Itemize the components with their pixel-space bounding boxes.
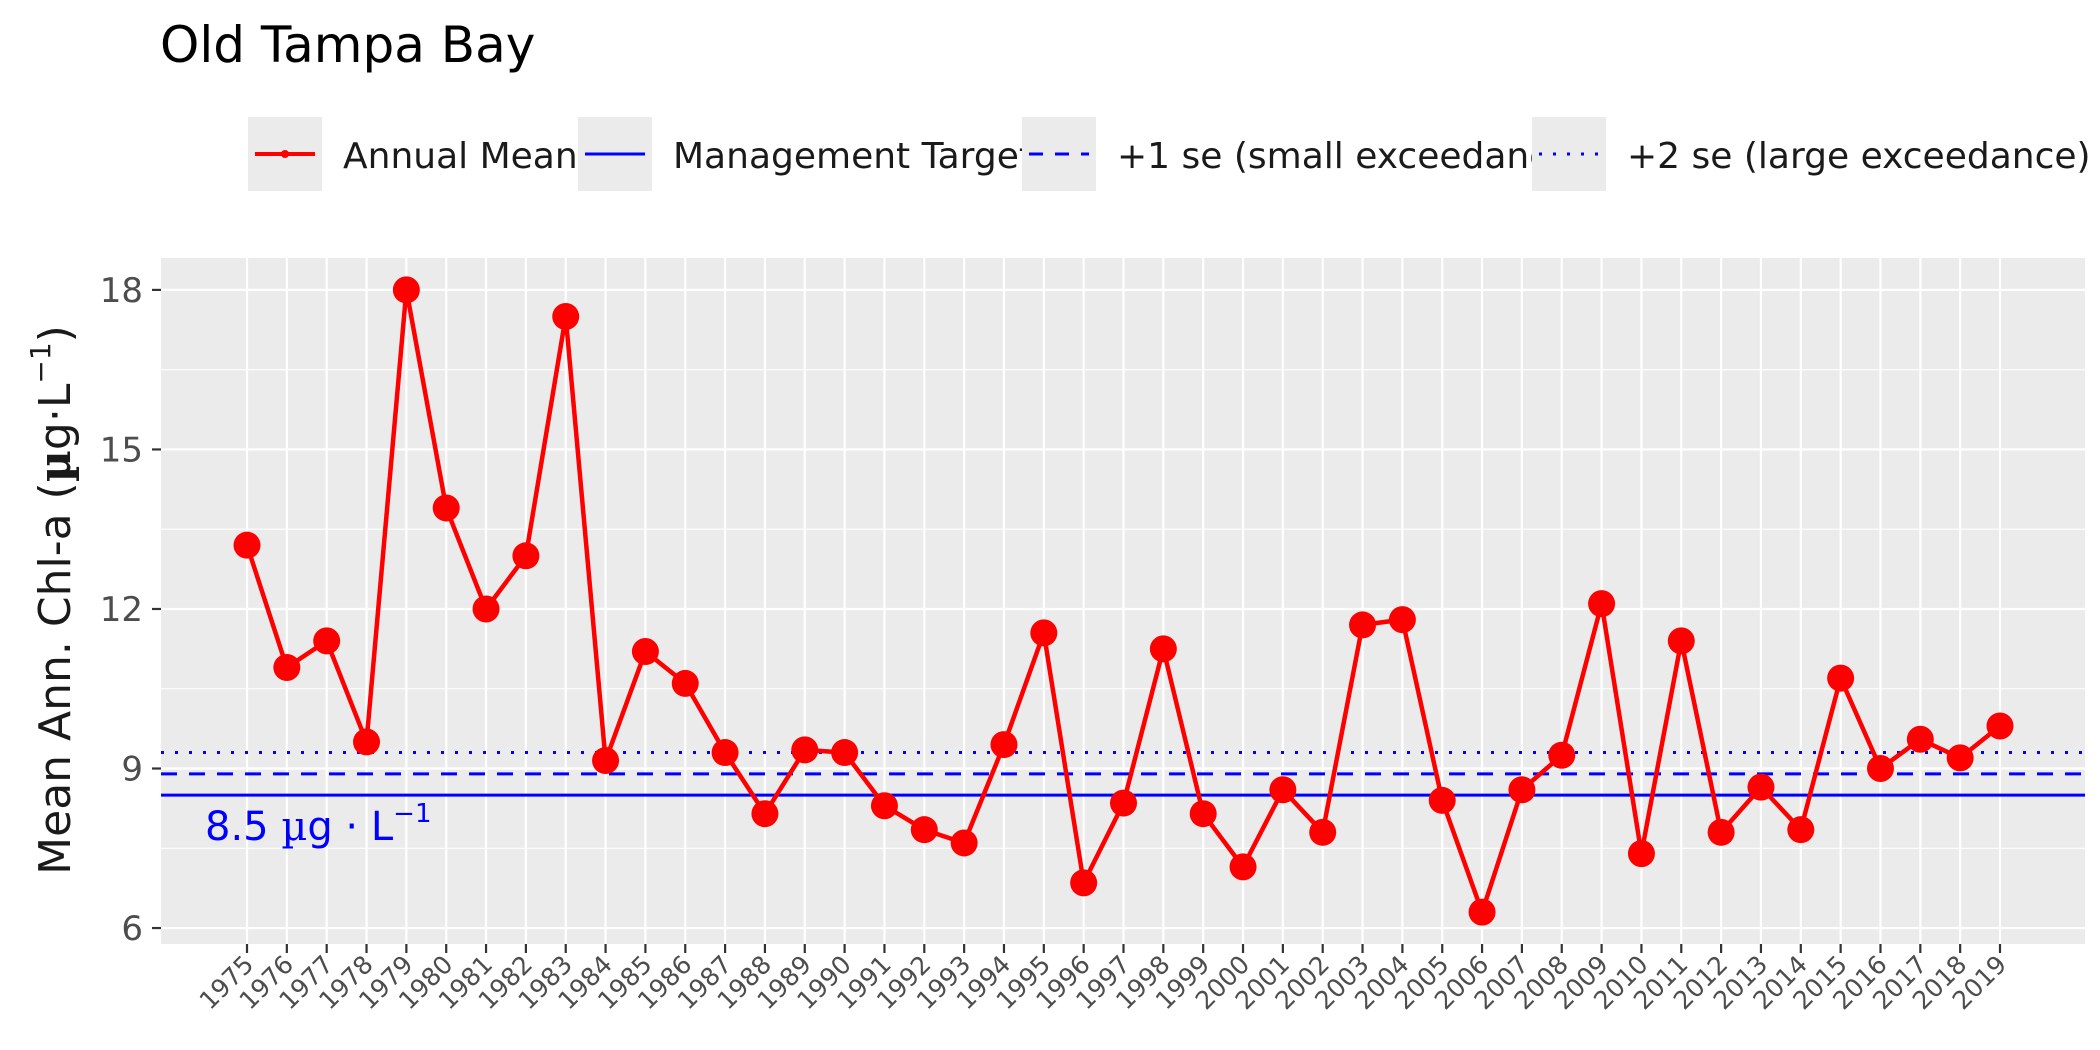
y-axis-title: Mean Ann. Chl-a (µg·L−1)	[24, 325, 81, 875]
annual-mean-point-2004	[1388, 606, 1416, 634]
annual-mean-point-1980	[432, 494, 460, 522]
annual-mean-point-1977	[313, 627, 341, 655]
target-annotation-sup: −1	[393, 799, 431, 829]
target-annotation-unit: g · L	[307, 804, 394, 850]
annual-mean-point-1993	[950, 829, 978, 857]
legend-item-management-target: Management Target	[578, 117, 1033, 191]
y-tick-label: 9	[121, 750, 143, 790]
annual-mean-point-1983	[552, 302, 580, 330]
y-axis-title-sup: −1	[24, 342, 57, 383]
annual-mean-point-2013	[1747, 773, 1775, 801]
annual-mean-point-1995	[1030, 619, 1058, 647]
annual-mean-point-1987	[711, 739, 739, 767]
annual-mean-point-1982	[512, 542, 540, 570]
annual-mean-point-1975	[233, 531, 261, 559]
annual-mean-point-2009	[1588, 590, 1616, 618]
annual-mean-point-1985	[631, 638, 659, 666]
annual-mean-point-2014	[1787, 816, 1815, 844]
chart-title: Old Tampa Bay	[160, 16, 535, 74]
annual-mean-point-1996	[1070, 869, 1098, 897]
annual-mean-point-1999	[1189, 800, 1217, 828]
annual-mean-point-1994	[990, 731, 1018, 759]
annual-mean-point-1992	[910, 816, 938, 844]
legend-item-plus2-se: +2 se (large exceedance)	[1532, 117, 2091, 191]
legend: Annual Mean Management Target +1 se (sma…	[248, 117, 2091, 191]
annual-mean-point-2000	[1229, 853, 1257, 881]
annual-mean-point-1981	[472, 595, 500, 623]
legend-item-annual-mean: Annual Mean	[248, 117, 578, 191]
annual-mean-point-2011	[1667, 627, 1695, 655]
y-tick-label: 18	[100, 271, 143, 311]
annual-mean-point-2005	[1428, 786, 1456, 814]
annual-mean-point-1984	[592, 747, 620, 775]
target-annotation-mu: µ	[281, 804, 307, 850]
y-axis-title-suffix: )	[30, 325, 81, 342]
legend-label-plus1-se: +1 se (small exceedance)	[1117, 136, 1585, 177]
annual-mean-point-2015	[1827, 664, 1855, 692]
annual-mean-point-2007	[1508, 776, 1536, 804]
annual-mean-point-2016	[1866, 755, 1894, 783]
annual-mean-point-1998	[1149, 635, 1177, 663]
annual-mean-point-2018	[1946, 744, 1974, 772]
y-axis-title-mu: µ	[30, 450, 81, 482]
annual-mean-point-1978	[353, 728, 381, 756]
annual-mean-point-2010	[1627, 840, 1655, 868]
y-axis-title-prefix: Mean Ann. Chl-a (	[30, 482, 81, 875]
annual-mean-point-2012	[1707, 818, 1735, 846]
annual-mean-point-2019	[1986, 712, 2014, 740]
legend-label-management-target: Management Target	[673, 136, 1033, 177]
annual-mean-point-1976	[273, 653, 301, 681]
y-axis-title-unit: g·L	[30, 383, 81, 450]
legend-label-plus2-se: +2 se (large exceedance)	[1627, 136, 2091, 177]
annual-mean-point-2006	[1468, 898, 1496, 926]
annual-mean-point-1991	[870, 792, 898, 820]
annual-mean-point-1979	[392, 276, 420, 304]
annual-mean-point-1997	[1110, 789, 1137, 817]
target-annotation-value: 8.5	[205, 804, 281, 850]
annual-mean-point-1990	[831, 739, 859, 767]
annual-mean-point-2002	[1309, 818, 1337, 846]
annual-mean-point-2003	[1349, 611, 1377, 639]
y-tick-label: 15	[100, 430, 143, 470]
annual-mean-point-1989	[791, 736, 819, 764]
legend-item-plus1-se: +1 se (small exceedance)	[1022, 117, 1585, 191]
annual-mean-point-2017	[1906, 725, 1934, 753]
annual-mean-point-2001	[1269, 776, 1297, 804]
legend-label-annual-mean: Annual Mean	[343, 136, 578, 177]
annual-mean-point-1988	[751, 800, 779, 828]
legend-annual-mean-point-icon	[281, 150, 289, 158]
chart-canvas: Old Tampa Bay Annual Mean Management Tar…	[24, 16, 2091, 1015]
annual-mean-point-1986	[671, 669, 699, 697]
y-tick-label: 12	[100, 590, 143, 630]
y-tick-label: 6	[121, 909, 143, 949]
annual-mean-point-2008	[1548, 741, 1576, 769]
